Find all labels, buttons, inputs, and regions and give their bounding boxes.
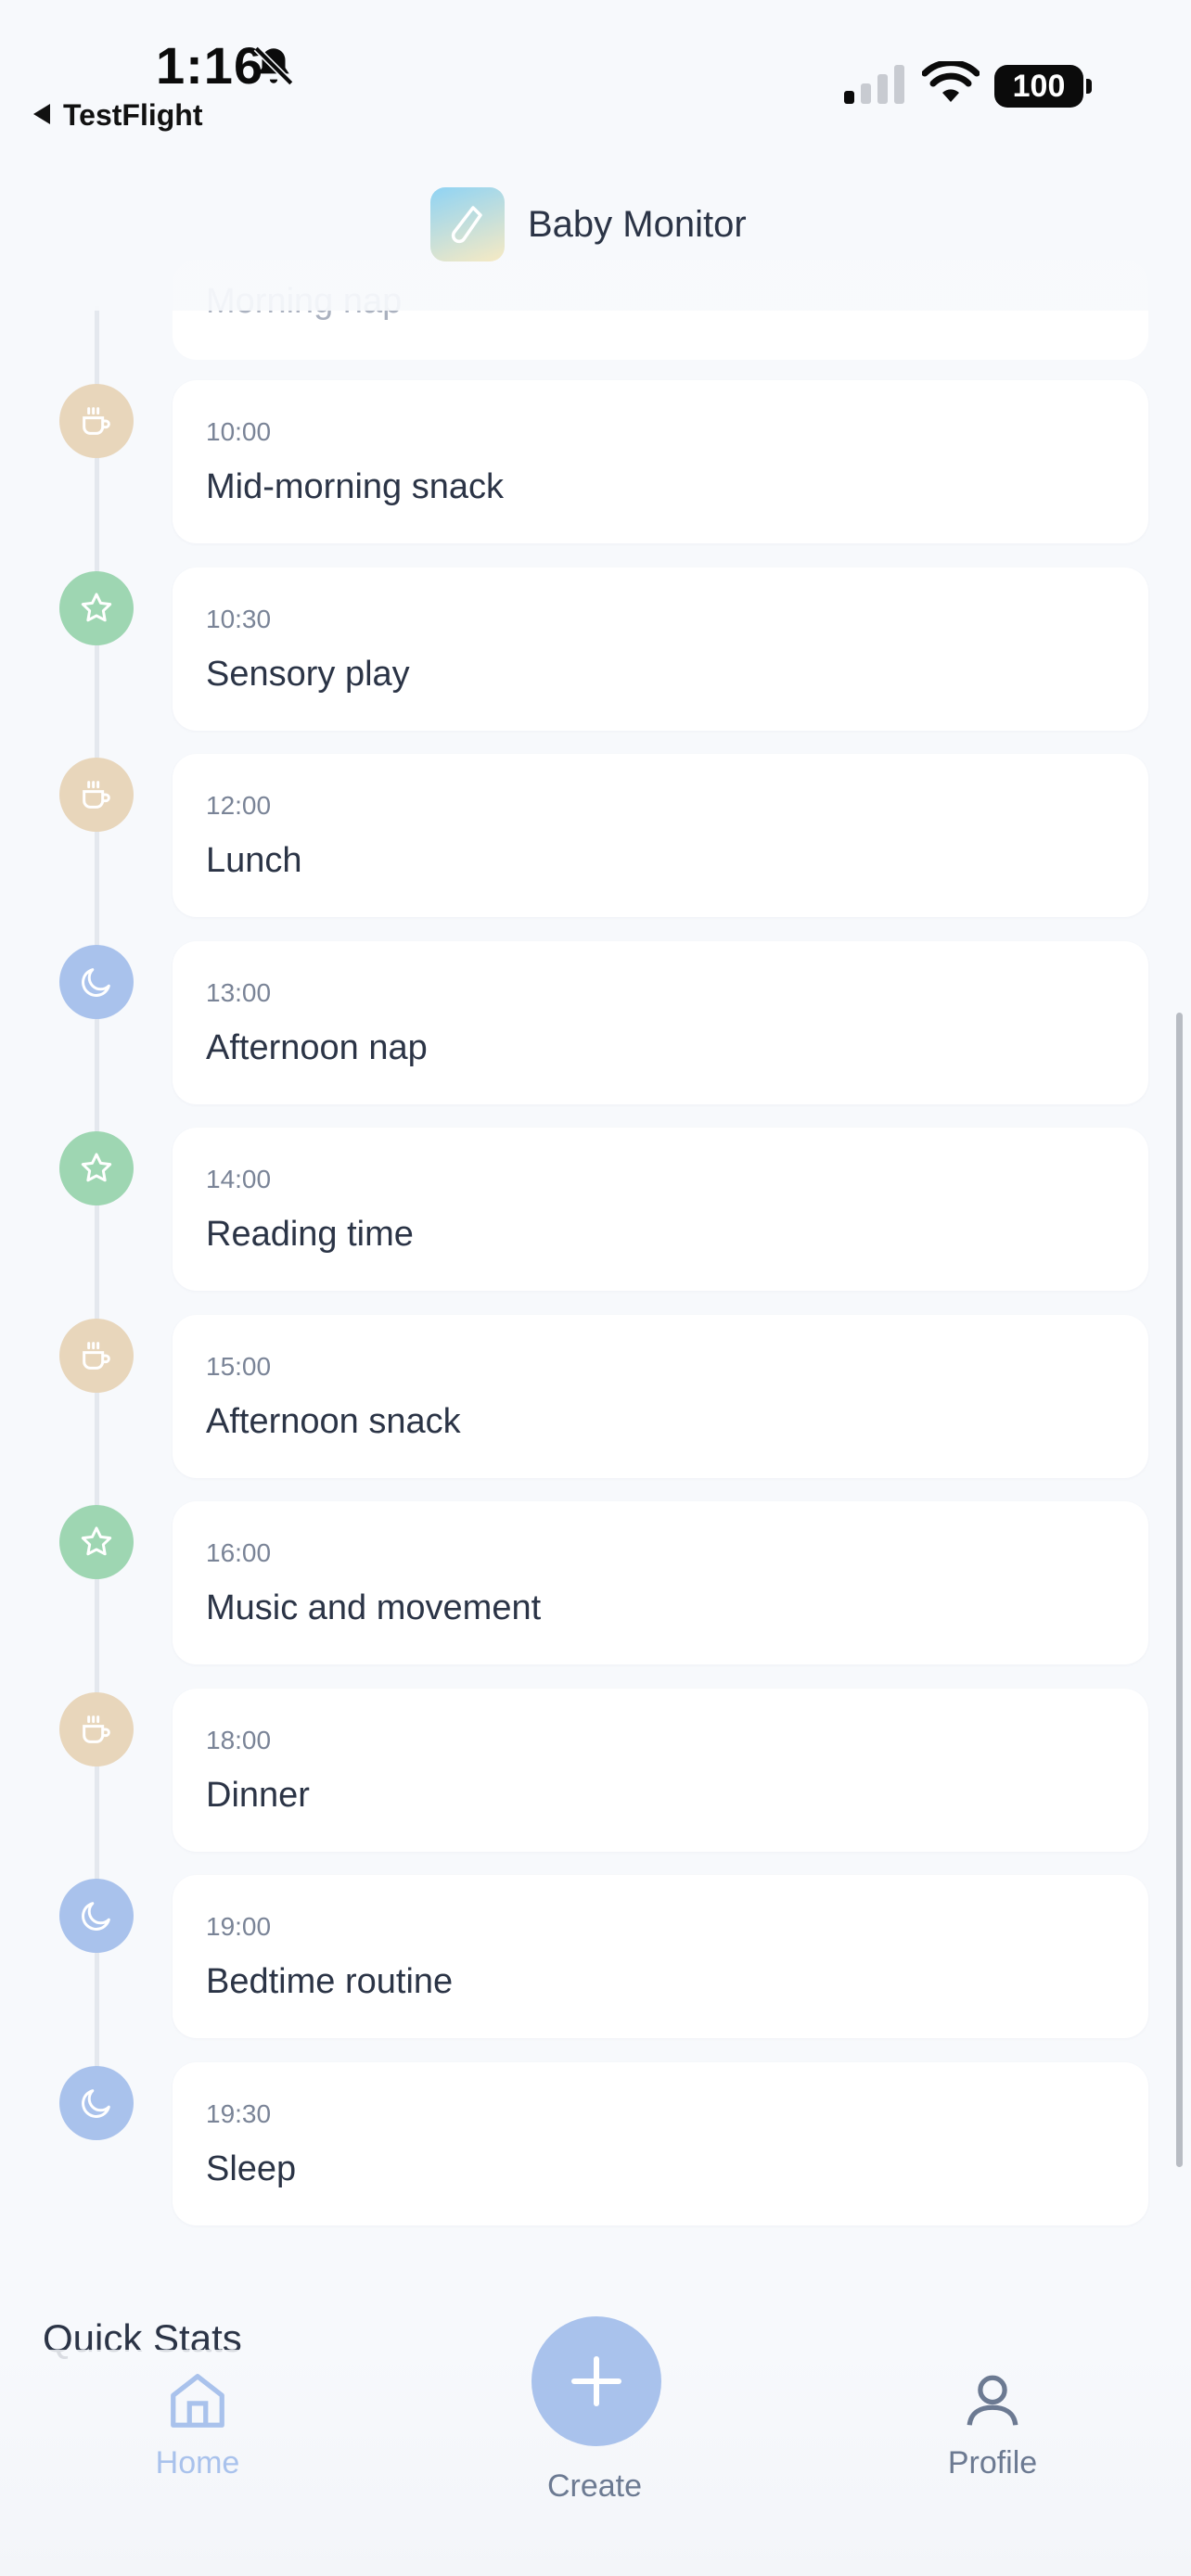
schedule-item: 15:00 Afternoon snack [0, 1315, 1191, 1486]
meal-dot [59, 758, 134, 832]
tab-profile-label: Profile [947, 2445, 1038, 2480]
schedule-item-label: Bedtime routine [206, 1962, 454, 2001]
schedule-time: 10:00 [206, 417, 272, 446]
schedule-card[interactable]: 14:00 Reading time [173, 1128, 1148, 1291]
schedule-time: 10:30 [206, 605, 272, 633]
schedule-time: 18:00 [206, 1726, 272, 1754]
schedule-card[interactable]: 16:00 Music and movement [173, 1501, 1148, 1664]
tab-home[interactable]: Home [105, 2368, 290, 2481]
schedule-item-label: Mid-morning snack [206, 467, 504, 506]
schedule-item-label: Music and movement [206, 1588, 542, 1627]
meal-dot [59, 384, 134, 458]
schedule-scroll-area[interactable]: Morning nap 10:00Mid-morning snack10:30S… [0, 0, 1191, 2576]
app-header: Baby Monitor [0, 139, 1191, 311]
schedule-item-label: Dinner [206, 1776, 310, 1815]
schedule-item-label: Sensory play [206, 655, 410, 694]
schedule-item: 12:00 Lunch [0, 754, 1191, 925]
schedule-card[interactable]: 19:00 Bedtime routine [173, 1875, 1148, 2038]
app-logo [430, 187, 505, 261]
schedule-item: 19:00 Bedtime routine [0, 1875, 1191, 2046]
plus-icon [571, 2356, 621, 2406]
schedule-item-label: Lunch [206, 841, 302, 880]
scrollbar[interactable] [1176, 1013, 1183, 2167]
meal-dot [59, 1692, 134, 1766]
schedule-time: 19:30 [206, 2099, 272, 2128]
tab-create[interactable]: Create [502, 2461, 687, 2505]
tab-create-label: Create [546, 2468, 643, 2504]
schedule-item: 13:00 Afternoon nap [0, 941, 1191, 1112]
schedule-card[interactable]: 13:00 Afternoon nap [173, 941, 1148, 1104]
sleep-dot [59, 945, 134, 1019]
play-dot [59, 1131, 134, 1205]
meal-dot [59, 1319, 134, 1393]
schedule-time: 19:00 [206, 1912, 272, 1941]
schedule-time: 12:00 [206, 791, 272, 820]
user-icon [967, 2375, 1018, 2426]
schedule-time: 15:00 [206, 1352, 272, 1381]
schedule-time: 16:00 [206, 1538, 272, 1567]
schedule-item-label: Reading time [206, 1215, 414, 1254]
app-title: Baby Monitor [528, 204, 747, 245]
schedule-item: 14:00 Reading time [0, 1128, 1191, 1298]
create-button[interactable] [531, 2316, 661, 2446]
bottle-icon [451, 206, 482, 244]
tab-profile[interactable]: Profile [900, 2368, 1085, 2481]
sleep-dot [59, 1879, 134, 1953]
schedule-item: 18:00 Dinner [0, 1689, 1191, 1859]
play-dot [59, 571, 134, 645]
schedule-card[interactable]: 18:00 Dinner [173, 1689, 1148, 1852]
schedule-item-label: Sleep [206, 2149, 297, 2188]
home-icon [171, 2374, 224, 2428]
schedule-item: 10:30 Sensory play [0, 567, 1191, 738]
tab-home-label: Home [155, 2445, 240, 2480]
sleep-dot [59, 2066, 134, 2140]
schedule-time: 14:00 [206, 1165, 272, 1193]
schedule-item-label: Afternoon snack [206, 1402, 461, 1441]
schedule-card[interactable]: 10:00 Mid-morning snack [173, 380, 1148, 543]
schedule-card[interactable]: 12:00 Lunch [173, 754, 1148, 917]
schedule-time: 13:00 [206, 978, 272, 1007]
schedule-item: 16:00 Music and movement [0, 1501, 1191, 1672]
schedule-card[interactable]: 10:30 Sensory play [173, 567, 1148, 731]
play-dot [59, 1505, 134, 1579]
schedule-item-label: Afternoon nap [206, 1028, 428, 1067]
schedule-item: 19:30 Sleep [0, 2062, 1191, 2233]
schedule-card[interactable]: 15:00 Afternoon snack [173, 1315, 1148, 1478]
schedule-item: 10:00 Mid-morning snack [0, 380, 1191, 551]
schedule-card[interactable]: 19:30 Sleep [173, 2062, 1148, 2225]
